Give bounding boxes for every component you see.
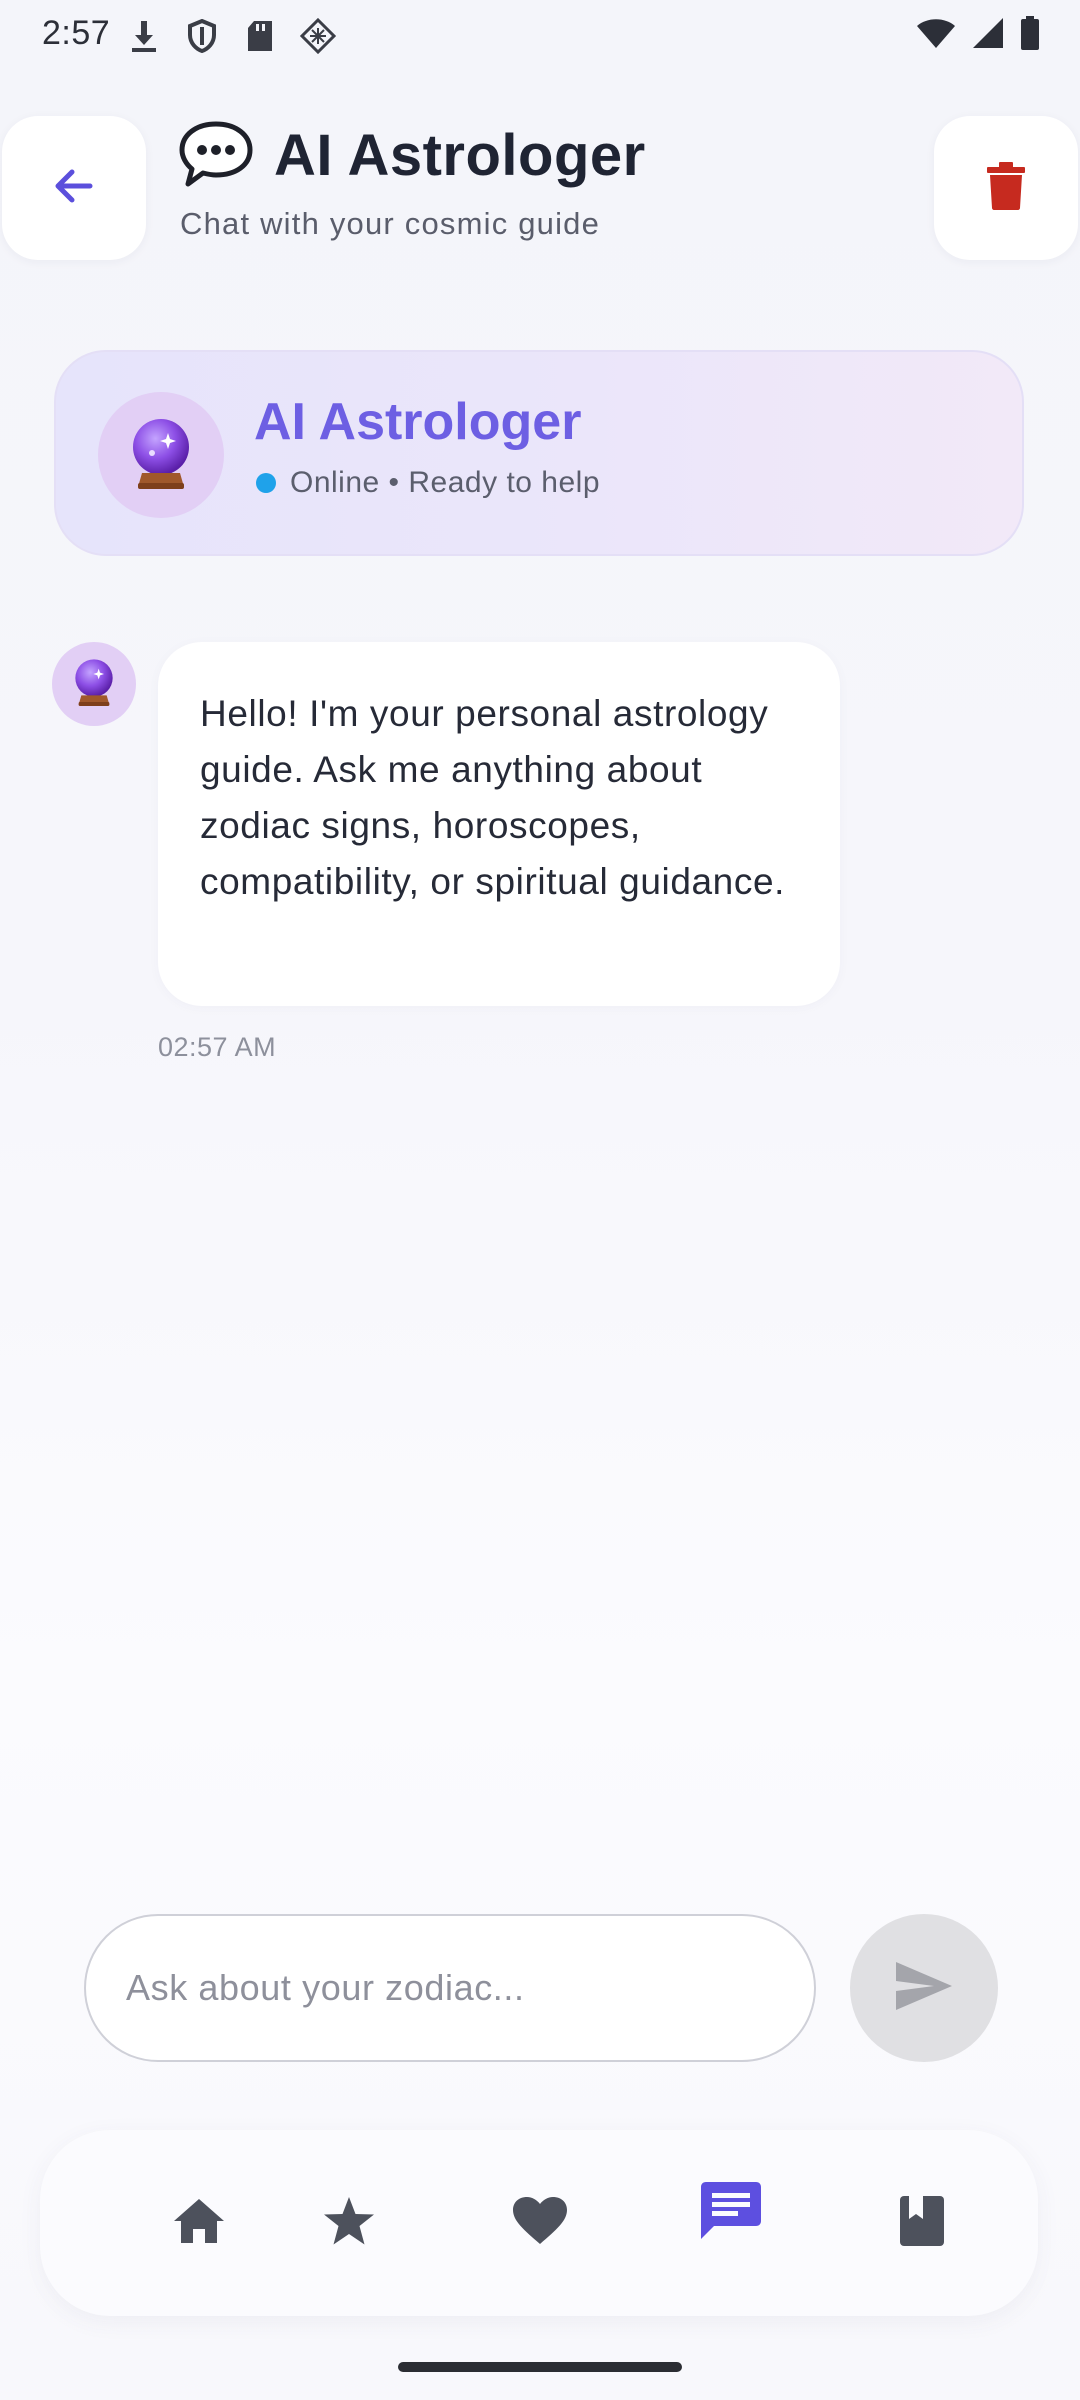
chat-icon: [700, 2181, 762, 2246]
send-button[interactable]: [850, 1914, 998, 2062]
crystal-ball-icon: [72, 658, 116, 711]
heart-icon: [512, 2196, 568, 2251]
nav-chat[interactable]: [676, 2158, 786, 2268]
shield-icon: [184, 18, 220, 54]
signal-icon: [972, 17, 1004, 54]
page-subtitle: Chat with your cosmic guide: [180, 206, 601, 241]
avatar: [98, 392, 224, 518]
message-timestamp: 02:57 AM: [158, 1032, 277, 1062]
status-icons-right: [916, 16, 1040, 55]
speech-bubble-icon: [178, 120, 254, 190]
book-icon: [899, 2195, 945, 2252]
status-time: 2:57: [42, 14, 111, 52]
crystal-ball-icon: [128, 417, 194, 494]
nav-horoscope[interactable]: [294, 2168, 404, 2278]
clear-chat-button[interactable]: [934, 116, 1078, 260]
trash-icon: [986, 161, 1026, 215]
online-status-dot: [256, 473, 276, 493]
assistant-info-card: AI Astrologer Online • Ready to help: [54, 350, 1024, 556]
assistant-status: Online • Ready to help: [256, 466, 600, 500]
status-icons-left: [126, 18, 336, 54]
download-icon: [126, 18, 162, 54]
star-icon: [323, 2196, 375, 2251]
home-indicator[interactable]: [398, 2362, 682, 2372]
status-bar: 2:57: [0, 0, 1080, 72]
send-icon: [894, 1960, 954, 2017]
home-icon: [172, 2197, 226, 2250]
arrow-left-icon: [50, 162, 98, 215]
bottom-navigation: [40, 2130, 1038, 2316]
back-button[interactable]: [2, 116, 146, 260]
assistant-message-bubble: Hello! I'm your personal astrology guide…: [158, 642, 840, 1006]
assistant-status-text: Online • Ready to help: [290, 466, 601, 499]
sd-card-icon: [242, 18, 278, 54]
nav-library[interactable]: [867, 2168, 977, 2278]
wifi-icon: [916, 17, 956, 54]
page-title-row: AI Astrologer: [178, 120, 646, 190]
nav-home[interactable]: [144, 2168, 254, 2278]
page-title: AI Astrologer: [274, 122, 646, 188]
message-avatar: [52, 642, 136, 726]
assistant-name: AI Astrologer: [254, 393, 582, 451]
nav-compatibility[interactable]: [485, 2168, 595, 2278]
battery-icon: [1020, 16, 1040, 55]
chat-input[interactable]: [84, 1914, 816, 2062]
vpn-diamond-icon: [300, 18, 336, 54]
